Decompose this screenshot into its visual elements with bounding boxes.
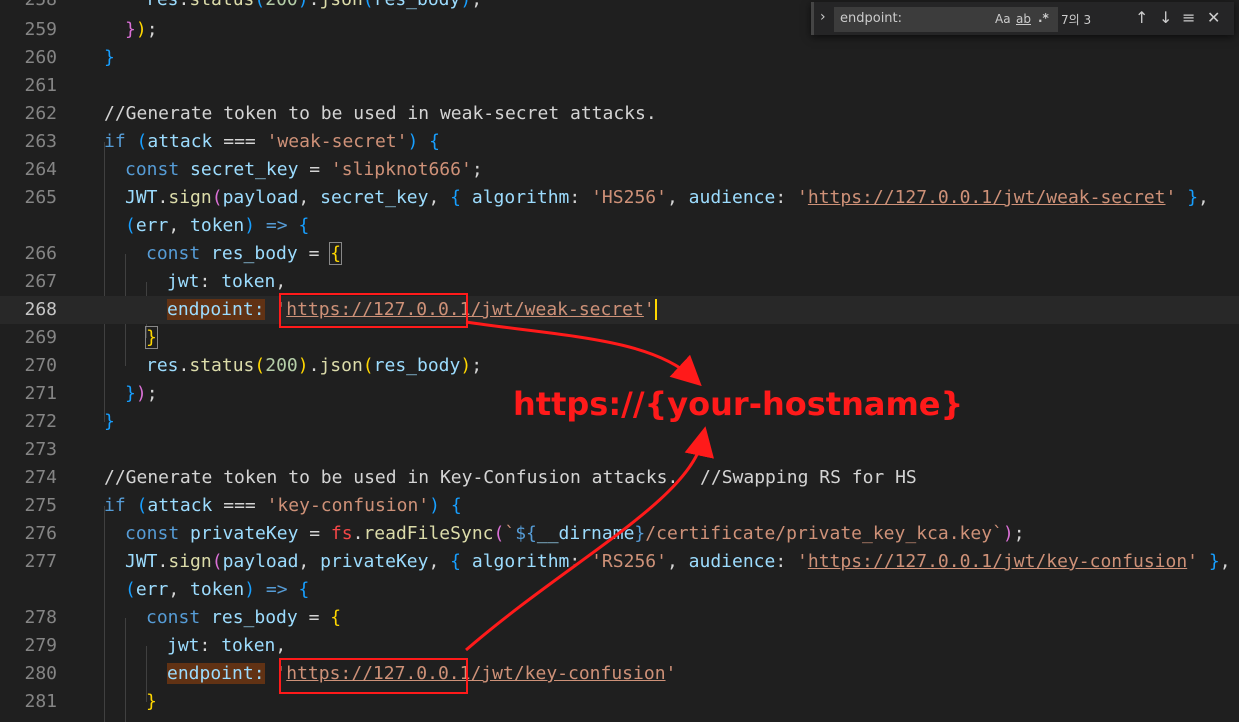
annotation-label: https://{your-hostname} xyxy=(513,385,964,423)
arrow-top xyxy=(465,320,702,387)
arrow-bottom xyxy=(465,426,714,652)
annotation-arrows xyxy=(465,320,714,652)
